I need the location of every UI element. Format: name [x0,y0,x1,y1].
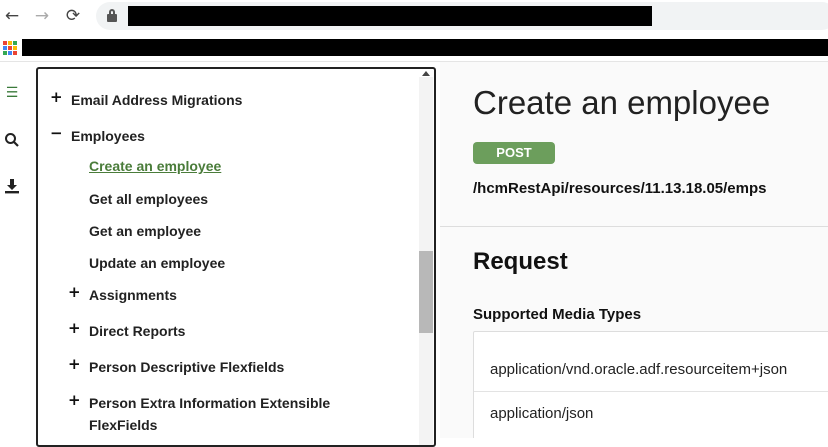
toc-panel: + Email Address Migrations − Employees C… [36,67,436,447]
toc-item-get-all-employees[interactable]: Get all employees [89,191,208,207]
bookmarks-bar [0,32,828,62]
toc-item-person-descriptive-flexfields[interactable]: Person Descriptive Flexfields [89,359,284,375]
divider [474,391,828,392]
supported-media-types-label: Supported Media Types [473,306,642,323]
section-title-request: Request [473,248,568,275]
media-type-item: application/json [490,405,594,422]
toc-scrollbar-thumb[interactable] [419,251,433,333]
url-redacted [128,6,652,26]
page-title: Create an employee [473,84,771,121]
side-rail: ☰ [0,62,24,438]
list-icon[interactable]: ☰ [3,84,21,102]
expand-icon[interactable]: + [68,391,81,409]
method-badge: POST [473,142,555,164]
apps-grid-icon[interactable] [3,41,17,55]
arrow-right-icon[interactable]: → [32,6,52,26]
toc-item-get-an-employee[interactable]: Get an employee [89,223,201,239]
expand-icon[interactable]: + [50,88,63,106]
toc-item-email-address-migrations[interactable]: Email Address Migrations [71,92,242,108]
toc-item-person-extra-information[interactable]: Person Extra Information Extensible [89,395,330,411]
toc-item-update-an-employee[interactable]: Update an employee [89,255,225,271]
search-icon[interactable] [3,132,21,150]
main-content: Create an employee POST /hcmRestApi/reso… [440,62,828,438]
media-types-list: application/vnd.oracle.adf.resourceitem+… [473,331,828,438]
toc-item-employees[interactable]: Employees [71,128,145,144]
address-bar[interactable] [96,2,828,30]
download-icon[interactable] [3,178,21,196]
scroll-up-arrow-icon[interactable] [422,71,430,76]
bookmarks-redacted [22,39,828,56]
reload-icon[interactable]: ⟳ [63,6,83,26]
divider [440,226,828,227]
arrow-left-icon[interactable]: ← [2,6,22,26]
collapse-icon[interactable]: − [50,124,63,142]
lock-icon [107,9,117,22]
toc-item-create-an-employee[interactable]: Create an employee [89,158,221,174]
toc-item-direct-reports[interactable]: Direct Reports [89,323,185,339]
toc-item-person-extra-information-line2[interactable]: FlexFields [89,417,157,433]
expand-icon[interactable]: + [68,319,81,337]
expand-icon[interactable]: + [68,355,81,373]
expand-icon[interactable]: + [68,283,81,301]
endpoint-path: /hcmRestApi/resources/11.13.18.05/emps [473,180,767,197]
media-type-item: application/vnd.oracle.adf.resourceitem+… [490,361,788,378]
browser-toolbar: ← → ⟳ [0,0,828,32]
toc-item-assignments[interactable]: Assignments [89,287,177,303]
